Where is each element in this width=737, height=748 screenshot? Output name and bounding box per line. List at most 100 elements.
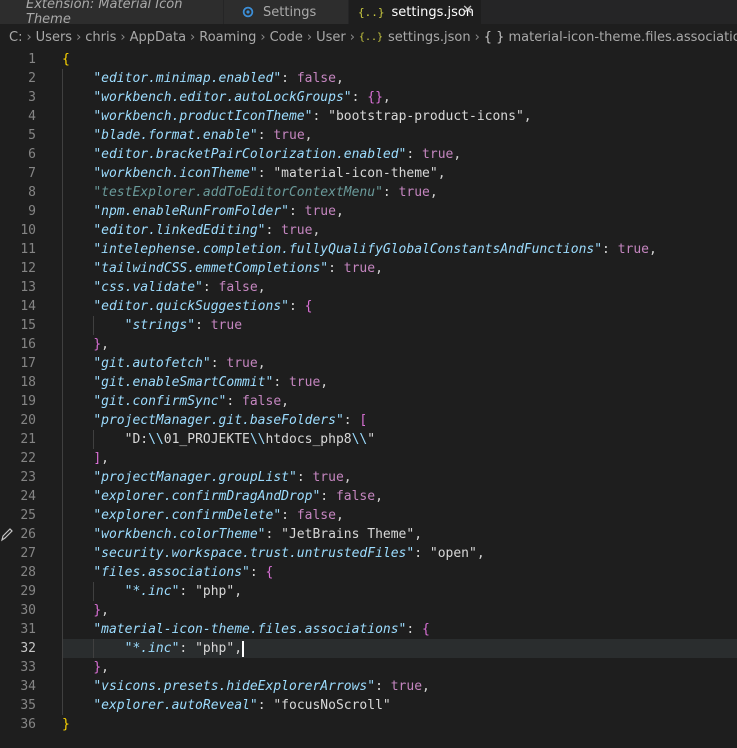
code-text: "intelephense.completion.fullyQualifyGlo… <box>93 242 657 257</box>
code-text: "workbench.iconTheme": "material-icon-th… <box>93 166 446 181</box>
code-line[interactable]: 29 "*.inc": "php", <box>0 582 737 601</box>
code-line[interactable]: 22 ], <box>0 449 737 468</box>
code-line[interactable]: 35 "explorer.autoReveal": "focusNoScroll… <box>0 696 737 715</box>
code-line[interactable]: 27 "security.workspace.trust.untrustedFi… <box>0 544 737 563</box>
text-cursor <box>242 640 245 657</box>
code-line[interactable]: 18 "git.enableSmartCommit": true, <box>0 373 737 392</box>
code-line[interactable]: 19 "git.confirmSync": false, <box>0 392 737 411</box>
code-text: "css.validate": false, <box>93 280 266 295</box>
code-line[interactable]: 16 }, <box>0 335 737 354</box>
code-line[interactable]: 25 "explorer.confirmDelete": false, <box>0 506 737 525</box>
code-editor[interactable]: 1{2 "editor.minimap.enabled": false, 3 "w… <box>0 50 737 748</box>
line-number: 13 <box>20 280 36 295</box>
tab-extension-material-icon-theme[interactable]: Extension: Material Icon Theme <box>0 0 223 27</box>
code-line[interactable]: 17 "git.autofetch": true, <box>0 354 737 373</box>
line-number: 24 <box>20 489 36 504</box>
code-line[interactable]: 31 "material-icon-theme.files.associatio… <box>0 620 737 639</box>
gear-icon <box>241 5 255 19</box>
code-text: "material-icon-theme.files.associations"… <box>93 622 430 637</box>
code-line[interactable]: 33 }, <box>0 658 737 677</box>
line-number: 32 <box>20 641 36 656</box>
code-text: "tailwindCSS.emmetCompletions": true, <box>93 261 383 276</box>
code-text: "explorer.confirmDelete": false, <box>93 508 344 523</box>
breadcrumb-segment[interactable]: Users <box>36 30 72 45</box>
breadcrumb-segment[interactable]: C: <box>9 30 22 45</box>
breadcrumb-segment[interactable]: Roaming <box>199 30 256 45</box>
chevron-right-icon: › <box>26 29 32 45</box>
code-line[interactable]: 6 "editor.bracketPairColorization.enable… <box>0 145 737 164</box>
breadcrumb-symbol[interactable]: material-icon-theme.files.associations <box>508 30 737 45</box>
code-line[interactable]: 14 "editor.quickSuggestions": { <box>0 297 737 316</box>
line-number: 22 <box>20 451 36 466</box>
code-line[interactable]: 13 "css.validate": false, <box>0 278 737 297</box>
line-number: 34 <box>20 679 36 694</box>
code-line[interactable]: 20 "projectManager.git.baseFolders": [ <box>0 411 737 430</box>
line-number: 31 <box>20 622 36 637</box>
code-line[interactable]: 36} <box>0 715 737 734</box>
code-line[interactable]: 32 "*.inc": "php", <box>0 639 737 658</box>
code-text: "workbench.colorTheme": "JetBrains Theme… <box>93 527 423 542</box>
code-line[interactable]: 26 "workbench.colorTheme": "JetBrains Th… <box>0 525 737 544</box>
tab-label: Settings <box>263 4 317 20</box>
code-line[interactable]: 12 "tailwindCSS.emmetCompletions": true, <box>0 259 737 278</box>
chevron-right-icon: › <box>120 29 126 45</box>
breadcrumb-segment[interactable]: AppData <box>130 30 186 45</box>
code-line[interactable]: 28 "files.associations": { <box>0 563 737 582</box>
code-text: "vsicons.presets.hideExplorerArrows": tr… <box>93 679 430 694</box>
code-line[interactable]: 24 "explorer.confirmDragAndDrop": false, <box>0 487 737 506</box>
line-number: 15 <box>20 318 36 333</box>
tab-settings-json[interactable]: {..} settings.json ✕ <box>348 0 481 24</box>
code-line[interactable]: 30 }, <box>0 601 737 620</box>
code-line[interactable]: 3 "workbench.editor.autoLockGroups": {}, <box>0 88 737 107</box>
line-number: 1 <box>28 52 36 67</box>
line-number: 17 <box>20 356 36 371</box>
line-number: 18 <box>20 375 36 390</box>
line-number: 6 <box>28 147 36 162</box>
line-number: 20 <box>20 413 36 428</box>
tab-bar: Extension: Material Icon Theme Settings … <box>0 0 737 27</box>
code-text: "blade.format.enable": true, <box>93 128 313 143</box>
line-number: 27 <box>20 546 36 561</box>
code-line[interactable]: 34 "vsicons.presets.hideExplorerArrows":… <box>0 677 737 696</box>
close-icon[interactable]: ✕ <box>462 3 473 18</box>
code-text: "git.enableSmartCommit": true, <box>93 375 329 390</box>
code-line[interactable]: 8 "testExplorer.addToEditorContextMenu":… <box>0 183 737 202</box>
breadcrumb-segment[interactable]: User <box>316 30 346 45</box>
code-line[interactable]: 2 "editor.minimap.enabled": false, <box>0 69 737 88</box>
line-number: 2 <box>28 71 36 86</box>
code-text: } <box>62 717 70 732</box>
line-number: 14 <box>20 299 36 314</box>
breadcrumb-segment[interactable]: chris <box>85 30 116 45</box>
code-line[interactable]: 1{ <box>0 50 737 69</box>
line-number: 26 <box>20 527 36 542</box>
code-line[interactable]: 15 "strings": true <box>0 316 737 335</box>
code-text: "files.associations": { <box>93 565 274 580</box>
code-text: "editor.bracketPairColorization.enabled"… <box>93 147 462 162</box>
line-number: 10 <box>20 223 36 238</box>
code-line[interactable]: 9 "npm.enableRunFromFolder": true, <box>0 202 737 221</box>
code-line[interactable]: 10 "editor.linkedEditing": true, <box>0 221 737 240</box>
line-number: 30 <box>20 603 36 618</box>
code-text: }, <box>93 603 109 618</box>
code-text: }, <box>93 660 109 675</box>
line-number: 21 <box>20 432 36 447</box>
code-text: "editor.minimap.enabled": false, <box>93 71 344 86</box>
code-line[interactable]: 11 "intelephense.completion.fullyQualify… <box>0 240 737 259</box>
code-line[interactable]: 21 "D:\\01_PROJEKTE\\htdocs_php8\\" <box>0 430 737 449</box>
line-number: 3 <box>28 90 36 105</box>
breadcrumb-file[interactable]: settings.json <box>388 30 471 45</box>
json-braces-icon: {..} <box>358 5 385 19</box>
code-text: "npm.enableRunFromFolder": true, <box>93 204 344 219</box>
line-number: 36 <box>20 717 36 732</box>
chevron-right-icon: › <box>76 29 82 45</box>
breadcrumb-segment[interactable]: Code <box>270 30 303 45</box>
chevron-right-icon: › <box>349 29 355 45</box>
code-line[interactable]: 7 "workbench.iconTheme": "material-icon-… <box>0 164 737 183</box>
line-number: 16 <box>20 337 36 352</box>
code-line[interactable]: 23 "projectManager.groupList": true, <box>0 468 737 487</box>
line-number: 8 <box>28 185 36 200</box>
code-line[interactable]: 4 "workbench.productIconTheme": "bootstr… <box>0 107 737 126</box>
breadcrumb: C: › Users › chris › AppData › Roaming › Code › User… <box>0 24 737 50</box>
code-line[interactable]: 5 "blade.format.enable": true, <box>0 126 737 145</box>
tab-settings[interactable]: Settings <box>223 0 348 24</box>
